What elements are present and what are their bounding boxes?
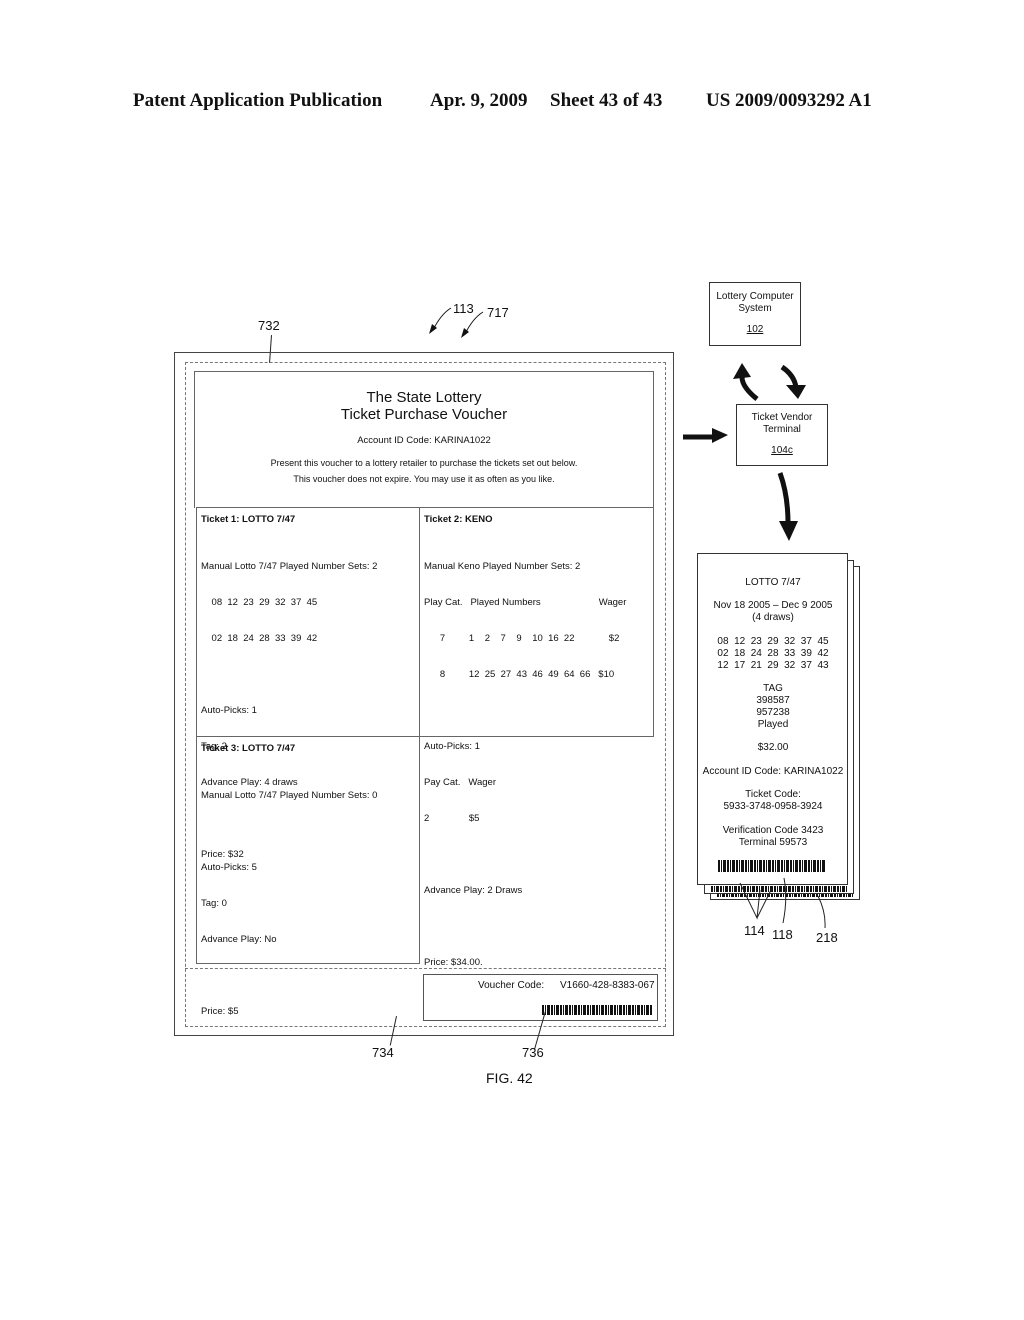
voucher-subtitle: Ticket Purchase Voucher xyxy=(340,406,508,423)
ticket-line: 02 18 24 28 33 39 42 xyxy=(201,633,318,644)
arrow-to-tvt-icon xyxy=(780,364,806,399)
ticket-line: Auto-Picks: 1 xyxy=(201,705,257,716)
ticket-line: Manual Lotto 7/47 Played Number Sets: 2 xyxy=(201,561,378,572)
lottery-computer-system-box: Lottery Computer System 102 xyxy=(709,282,801,346)
ticket-tag-label: TAG xyxy=(763,683,783,694)
ticket-draw-dates: Nov 18 2005 – Dec 9 2005 xyxy=(713,600,833,611)
ref-102: 102 xyxy=(746,324,764,335)
ref-736: 736 xyxy=(522,1045,544,1060)
arrow-voucher-to-tvt-icon xyxy=(683,428,728,443)
ticket-game: LOTTO 7/47 xyxy=(745,577,801,588)
ticket-numbers-row: 08 12 23 29 32 37 45 xyxy=(717,636,829,647)
ticket-line: Price: $5 xyxy=(201,1006,239,1017)
ref-732: 732 xyxy=(258,318,280,333)
ref-114: 114 xyxy=(744,923,765,938)
ticket-1-title: Ticket 1: LOTTO 7/47 xyxy=(201,514,296,525)
ticket-tag-number: 957238 xyxy=(756,707,790,718)
ticket-line: Advance Play: No xyxy=(201,934,277,945)
ticket-tag-number: 398587 xyxy=(756,695,790,706)
ticket-line xyxy=(424,849,626,861)
voucher-code-box: Voucher Code: V1660-428-8383-067 xyxy=(423,974,658,1021)
ticket-2-panel: Ticket 2: KENO Manual Keno Played Number… xyxy=(419,507,654,968)
ticket-line xyxy=(201,826,377,838)
voucher-account-id: Account ID Code: KARINA1022 xyxy=(357,435,491,446)
patent-number: US 2009/0093292 A1 xyxy=(706,90,872,111)
ref-734: 734 xyxy=(372,1045,394,1060)
ticket-line: 2 $5 xyxy=(424,813,480,824)
ticket-line: Tag: 0 xyxy=(201,898,227,909)
box-label: Lottery Computer xyxy=(716,291,794,302)
ticket-tag-status: Played xyxy=(757,719,789,730)
ticket-3-details: Manual Lotto 7/47 Played Number Sets: 0 … xyxy=(201,766,377,1042)
box-label: System xyxy=(738,303,772,314)
ticket-3-panel: Ticket 3: LOTTO 7/47 Manual Lotto 7/47 P… xyxy=(196,736,420,1017)
ticket-code-label: Ticket Code: xyxy=(745,789,801,800)
ticket-line: Auto-Picks: 5 xyxy=(201,862,257,873)
ticket-1-panel: Ticket 1: LOTTO 7/47 Manual Lotto 7/47 P… xyxy=(196,507,420,860)
ticket-line xyxy=(201,970,377,982)
ticket-terminal: Terminal 59573 xyxy=(738,837,808,848)
sheet-number: Sheet 43 of 43 xyxy=(550,90,663,111)
ticket-line xyxy=(201,669,377,681)
ticket-draw-count: (4 draws) xyxy=(752,612,794,623)
voucher-instructions: Present this voucher to a lottery retail… xyxy=(270,458,578,468)
ticket-line: Play Cat. Played Numbers Wager xyxy=(424,597,627,608)
ticket-line: Manual Keno Played Number Sets: 2 xyxy=(424,561,581,572)
ticket-line: 08 12 23 29 32 37 45 xyxy=(201,597,318,608)
ticket-numbers-row: 12 17 21 29 32 37 43 xyxy=(717,660,829,671)
ticket-line: Manual Lotto 7/47 Played Number Sets: 0 xyxy=(201,790,378,801)
ticket-numbers-row: 02 18 24 28 33 39 42 xyxy=(717,648,829,659)
reference-arrows-113-717 xyxy=(429,307,484,338)
ref-118: 118 xyxy=(772,927,793,942)
ticket-2-title: Ticket 2: KENO xyxy=(424,514,493,525)
ticket-line: Pay Cat. Wager xyxy=(424,777,496,788)
flow-arrows xyxy=(683,363,806,541)
ref-218: 218 xyxy=(816,930,838,945)
ticket-verification-code: Verification Code 3423 xyxy=(722,825,824,836)
voucher-code-label: Voucher Code: xyxy=(478,980,545,991)
voucher-expiry-note: This voucher does not expire. You may us… xyxy=(293,474,555,484)
ticket-code: 5933-3748-0958-3924 xyxy=(723,801,823,812)
ticket-line: 7 1 2 7 9 10 16 22 $2 xyxy=(424,633,620,644)
arrow-tvt-to-ticket-icon xyxy=(777,472,798,541)
voucher-barcode xyxy=(542,1005,652,1015)
ticket-3-title: Ticket 3: LOTTO 7/47 xyxy=(201,743,296,754)
arrow-to-lcs-icon xyxy=(733,363,759,401)
ticket-line: Auto-Picks: 1 xyxy=(424,741,480,752)
ticket-2-details: Manual Keno Played Number Sets: 2 Play C… xyxy=(424,537,626,993)
ticket-line: Advance Play: 2 Draws xyxy=(424,885,523,896)
leader-lines-114-118-218 xyxy=(739,877,826,928)
ticket-line xyxy=(424,705,626,717)
figure-label: FIG. 42 xyxy=(486,1070,533,1086)
voucher-title: The State Lottery xyxy=(366,389,482,406)
voucher-footer-divider xyxy=(185,968,666,970)
ticket-line xyxy=(424,921,626,933)
ticket-line: 8 12 25 27 43 46 49 64 66 $10 xyxy=(424,669,615,680)
ticket-account-id: Account ID Code: KARINA1022 xyxy=(702,766,844,777)
publication-date: Apr. 9, 2009 xyxy=(430,90,528,111)
ticket-price: $32.00 xyxy=(757,742,789,753)
publication-label: Patent Application Publication xyxy=(133,90,383,111)
voucher-code-value: V1660-428-8383-067 xyxy=(560,980,655,991)
